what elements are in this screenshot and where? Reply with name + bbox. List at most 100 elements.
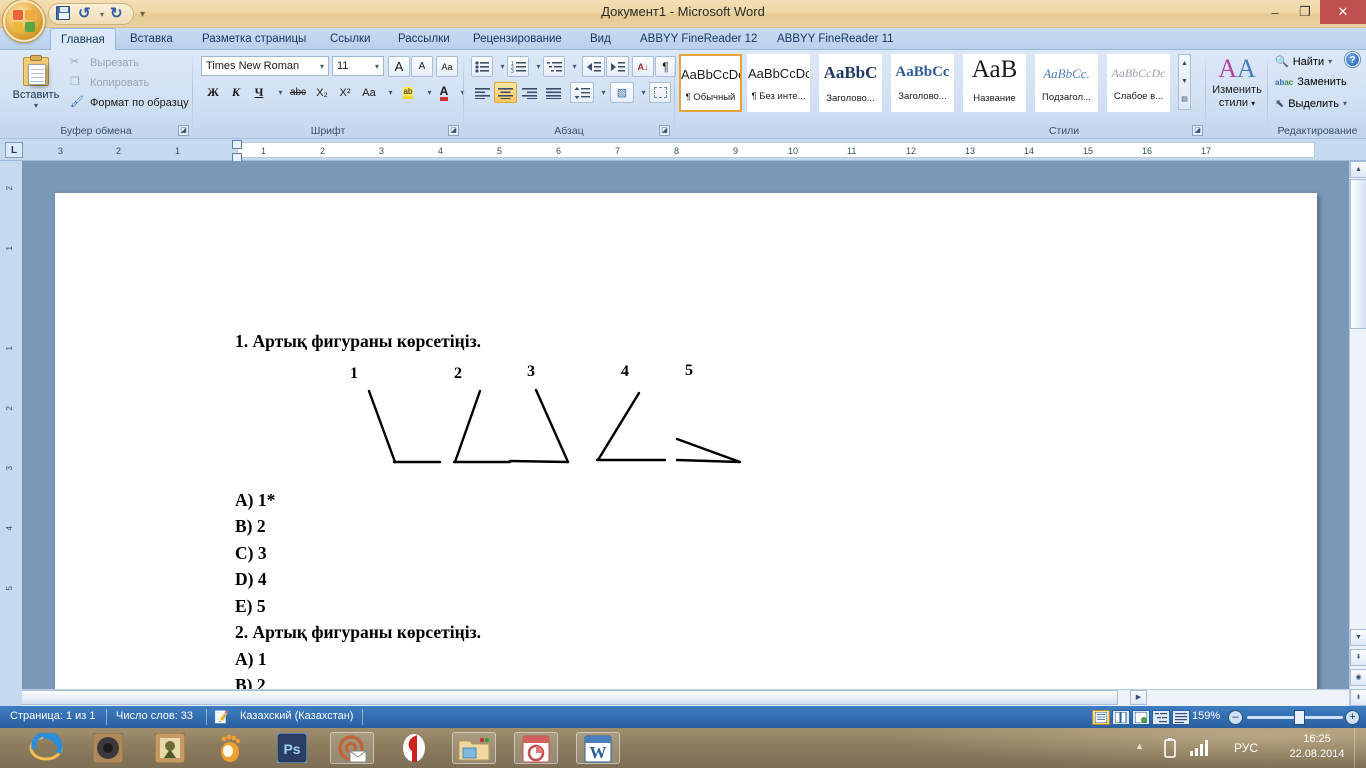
styles-scroll-up-icon[interactable]: ▲ <box>1179 55 1190 73</box>
justify-button[interactable] <box>542 82 565 103</box>
select-button[interactable]: ⬉ Выделить ▾ <box>1275 97 1347 111</box>
tab-references[interactable]: Ссылки <box>320 29 381 50</box>
paste-button[interactable]: Вставить ▾ <box>8 53 64 110</box>
redo-icon[interactable]: ↻ <box>110 6 126 22</box>
document-canvas[interactable]: 1. Артық фигураны көрсетіңіз. A) 1* B) 2… <box>0 161 1366 748</box>
select-browse-object-button[interactable]: ◉ <box>1350 669 1366 686</box>
view-draft-button[interactable] <box>1172 710 1190 725</box>
document-page[interactable]: 1. Артық фигураны көрсетіңіз. A) 1* B) 2… <box>55 193 1317 748</box>
chevron-down-icon[interactable]: ▾ <box>320 62 324 71</box>
save-icon[interactable] <box>56 6 72 22</box>
borders-button[interactable] <box>649 82 671 103</box>
increase-indent-button[interactable] <box>606 56 629 77</box>
styles-gallery-scroll[interactable]: ▲ ▼ ▤ <box>1178 54 1191 110</box>
show-hidden-icons-button[interactable]: ▲ <box>1135 741 1144 751</box>
vertical-scrollbar[interactable]: ▲ ▼ ⇞ ◉ ⇟ <box>1349 161 1366 706</box>
taskbar-photoshop[interactable]: Ps <box>270 732 314 764</box>
tab-page-layout[interactable]: Разметка страницы <box>192 29 316 50</box>
tab-mailings[interactable]: Рассылки <box>388 29 460 50</box>
shrink-font-button[interactable]: A <box>411 56 433 77</box>
paste-dropdown-icon[interactable]: ▾ <box>8 101 64 110</box>
style-tile-subtitle[interactable]: AaBbCc. Подзагол... <box>1035 54 1098 112</box>
shading-button[interactable]: ▧ <box>610 82 634 103</box>
italic-button[interactable]: К <box>225 82 247 103</box>
undo-icon[interactable]: ↺ <box>78 6 94 22</box>
replace-button[interactable]: abac Заменить <box>1275 76 1347 88</box>
horizontal-ruler[interactable]: L 3 2 1 1 2 3 4 5 6 7 8 9 10 11 12 13 14… <box>0 139 1366 162</box>
styles-more-icon[interactable]: ▤ <box>1179 91 1190 109</box>
find-dropdown-icon[interactable]: ▾ <box>1328 57 1332 66</box>
styles-dialog-launcher[interactable]: ◪ <box>1192 125 1203 136</box>
taskbar-mail-client[interactable] <box>330 732 374 764</box>
scroll-up-button[interactable]: ▲ <box>1350 161 1366 178</box>
zoom-in-button[interactable]: + <box>1345 710 1360 725</box>
tab-abbyy-11[interactable]: ABBYY FineReader 11 <box>767 29 904 50</box>
cut-button[interactable]: ✂ Вырезать <box>70 55 139 70</box>
taskbar-gnome-app[interactable] <box>208 732 252 764</box>
hscroll-thumb[interactable] <box>18 690 1118 705</box>
format-painter-button[interactable]: 🖌 Формат по образцу <box>70 95 189 110</box>
customize-qat-icon[interactable]: ▾ <box>140 9 145 20</box>
taskbar-word[interactable]: W <box>576 732 620 764</box>
align-right-button[interactable] <box>518 82 541 103</box>
chevron-down-icon[interactable]: ▾ <box>375 62 379 71</box>
align-left-button[interactable] <box>471 82 494 103</box>
numbering-button[interactable]: 123 <box>507 56 529 77</box>
close-button[interactable]: ✕ <box>1320 0 1366 24</box>
show-formatting-marks-button[interactable]: ¶ <box>655 56 676 77</box>
view-outline-button[interactable] <box>1152 710 1170 725</box>
decrease-indent-button[interactable] <box>582 56 605 77</box>
grow-font-button[interactable]: A <box>388 56 410 77</box>
zoom-level[interactable]: 159% <box>1192 710 1220 722</box>
taskbar-powerpoint[interactable] <box>514 732 558 764</box>
first-line-indent-marker[interactable] <box>232 140 242 149</box>
style-tile-subtle-emphasis[interactable]: AaBbCcDc Слабое в... <box>1107 54 1170 112</box>
minimize-button[interactable]: – <box>1260 0 1290 24</box>
view-web-layout-button[interactable] <box>1132 710 1150 725</box>
change-case-button[interactable]: Aa <box>357 82 381 103</box>
clear-formatting-button[interactable]: Aa <box>436 56 458 77</box>
tab-stop-selector[interactable]: L <box>5 142 23 158</box>
tab-home[interactable]: Главная <box>50 28 116 51</box>
spellcheck-icon[interactable]: 📝 <box>214 710 229 724</box>
bold-button[interactable]: Ж <box>202 82 224 103</box>
taskbar-yandex-browser[interactable] <box>392 732 436 764</box>
view-print-layout-button[interactable] <box>1092 710 1110 725</box>
zoom-out-button[interactable]: – <box>1228 710 1243 725</box>
status-language[interactable]: Казахский (Казахстан) <box>240 710 353 722</box>
scroll-down-button[interactable]: ▼ <box>1350 629 1366 646</box>
tab-view[interactable]: Вид <box>580 29 621 50</box>
paragraph-dialog-launcher[interactable]: ◪ <box>659 125 670 136</box>
previous-page-button[interactable]: ⇞ <box>1350 649 1366 666</box>
sort-button[interactable]: A↓ <box>632 56 654 77</box>
style-tile-title[interactable]: АаВ Название <box>963 54 1026 112</box>
change-styles-button[interactable]: AA Изменить стили ▾ <box>1207 54 1267 110</box>
show-desktop-button[interactable] <box>1354 728 1362 768</box>
zoom-slider-thumb[interactable] <box>1294 710 1305 725</box>
tab-insert[interactable]: Вставка <box>120 29 183 50</box>
font-name-combo[interactable]: Times New Roman ▾ <box>201 56 329 76</box>
vscroll-thumb[interactable] <box>1350 179 1366 329</box>
multilevel-list-button[interactable] <box>543 56 565 77</box>
clipboard-dialog-launcher[interactable]: ◪ <box>178 125 189 136</box>
battery-icon[interactable] <box>1164 738 1176 761</box>
subscript-button[interactable]: X₂ <box>311 82 333 103</box>
font-size-combo[interactable]: 11 ▾ <box>332 56 384 76</box>
strikethrough-button[interactable]: abc <box>286 82 310 103</box>
select-dropdown-icon[interactable]: ▾ <box>1343 99 1347 108</box>
style-tile-heading1[interactable]: AaBbC Заголово... <box>819 54 882 112</box>
style-tile-heading2[interactable]: AaBbCc Заголово... <box>891 54 954 112</box>
style-tile-no-spacing[interactable]: AaBbCcDc ¶ Без инте... <box>747 54 810 112</box>
underline-button[interactable]: Ч <box>248 82 270 103</box>
taskbar-media-player[interactable] <box>86 732 130 764</box>
tab-review[interactable]: Рецензирование <box>463 29 572 50</box>
horizontal-scrollbar[interactable]: ◀ ▶ <box>0 689 1349 706</box>
undo-dropdown-icon[interactable]: ▾ <box>100 10 104 19</box>
taskbar-photo-viewer[interactable] <box>148 732 192 764</box>
find-button[interactable]: 🔍 Найти ▾ <box>1275 55 1332 69</box>
bullets-button[interactable] <box>471 56 493 77</box>
scroll-right-button[interactable]: ▶ <box>1130 690 1147 705</box>
taskbar-internet-explorer[interactable] <box>24 731 68 764</box>
next-page-button[interactable]: ⇟ <box>1350 689 1366 706</box>
taskbar-file-explorer[interactable] <box>452 732 496 764</box>
